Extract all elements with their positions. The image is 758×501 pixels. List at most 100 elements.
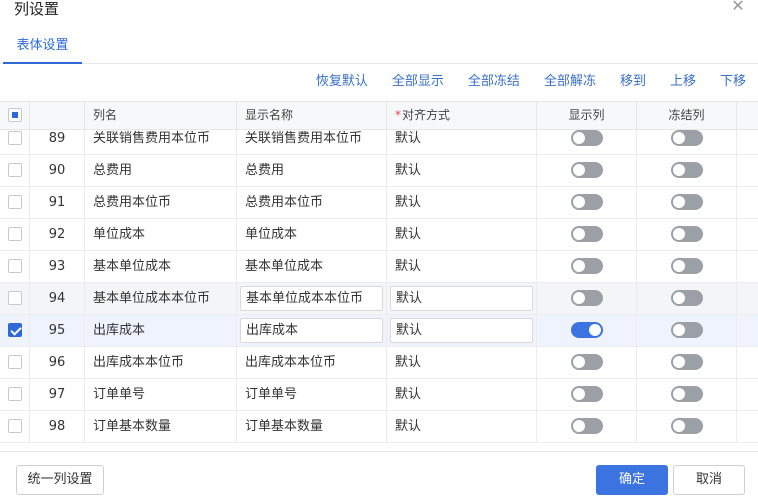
column-settings-table: 列名 显示名称 *对齐方式 显示列 冻结列 88关联销售费用关联销售费用默认89… [0,101,758,452]
display-name[interactable]: 出库成本本位币 [237,347,387,378]
freeze-column-cell [637,155,737,186]
show-column-toggle[interactable] [570,385,603,402]
display-name[interactable]: 订单基本数量 [237,411,387,442]
freeze-all-button[interactable]: 全部冻结 [468,72,520,92]
cancel-button[interactable]: 取消 [673,465,745,495]
row-index: 92 [30,219,85,250]
confirm-button[interactable]: 确定 [596,465,668,495]
freeze-column-cell [637,347,737,378]
column-name: 出库成本本位币 [85,347,237,378]
row-checkbox-cell [0,283,30,314]
freeze-column-toggle[interactable] [670,321,703,338]
row-checkbox-cell [0,379,30,410]
show-column-toggle[interactable] [570,129,603,146]
header-freeze-column: 冻结列 [637,102,737,130]
dialog-title: 列设置 [14,0,60,18]
row-checkbox-cell [0,251,30,282]
display-name[interactable]: 订单单号 [237,379,387,410]
row-checkbox[interactable] [8,323,22,337]
display-name[interactable]: 基本单位成本 [237,251,387,282]
unfreeze-all-button[interactable]: 全部解冻 [544,72,596,92]
display-name-input[interactable]: 出库成本 [240,318,383,343]
freeze-column-cell [637,219,737,250]
table-row[interactable]: 95 出库成本 出库成本 默认 [0,315,758,347]
freeze-column-toggle[interactable] [670,193,703,210]
restore-default-button[interactable]: 恢复默认 [316,72,368,92]
alignment[interactable]: 默认 [387,379,537,410]
unify-column-settings-button[interactable]: 统一列设置 [16,465,104,495]
freeze-column-toggle[interactable] [670,161,703,178]
table-row[interactable]: 94 基本单位成本本位币 基本单位成本本位币 默认 [0,283,758,315]
display-name[interactable]: 单位成本 [237,219,387,250]
show-column-toggle[interactable] [570,257,603,274]
show-column-toggle[interactable] [570,289,603,306]
display-name[interactable]: 总费用 [237,155,387,186]
freeze-column-toggle[interactable] [670,385,703,402]
alignment[interactable]: 默认 [387,251,537,282]
table-row[interactable]: 96 出库成本本位币 出库成本本位币 默认 [0,347,758,379]
close-icon[interactable]: ✕ [730,0,746,14]
table-row[interactable]: 91 总费用本位币 总费用本位币 默认 [0,187,758,219]
alignment[interactable]: 默认 [387,155,537,186]
show-all-button[interactable]: 全部显示 [392,72,444,92]
show-column-cell [537,379,637,410]
move-up-button[interactable]: 上移 [670,72,696,92]
select-all-checkbox[interactable] [8,108,22,122]
row-filler [737,315,758,346]
required-mark: * [395,108,401,122]
display-name-cell: 出库成本 [237,315,387,346]
display-name[interactable]: 总费用本位币 [237,187,387,218]
freeze-column-toggle[interactable] [670,225,703,242]
table-row[interactable]: 90 总费用 总费用 默认 [0,155,758,187]
display-name-input[interactable]: 基本单位成本本位币 [240,286,383,311]
row-checkbox[interactable] [8,195,22,209]
row-checkbox[interactable] [8,291,22,305]
show-column-toggle[interactable] [570,353,603,370]
table-row[interactable]: 97 订单单号 订单单号 默认 [0,379,758,411]
column-name: 订单基本数量 [85,411,237,442]
row-checkbox[interactable] [8,131,22,145]
alignment[interactable]: 默认 [387,219,537,250]
show-column-toggle[interactable] [570,417,603,434]
show-column-cell [537,251,637,282]
header-filler [737,102,758,130]
row-checkbox[interactable] [8,259,22,273]
freeze-column-toggle[interactable] [670,129,703,146]
tab-table-body-settings[interactable]: 表体设置 [3,32,82,64]
tab-bar: 表体设置 [0,32,758,64]
show-column-cell [537,155,637,186]
row-checkbox[interactable] [8,163,22,177]
show-column-toggle[interactable] [570,225,603,242]
row-filler [737,251,758,282]
table-row[interactable]: 92 单位成本 单位成本 默认 [0,219,758,251]
move-to-button[interactable]: 移到 [620,72,646,92]
alignment-select[interactable]: 默认 [390,318,533,343]
show-column-toggle[interactable] [570,321,603,338]
column-name: 基本单位成本 [85,251,237,282]
table-row[interactable]: 93 基本单位成本 基本单位成本 默认 [0,251,758,283]
alignment[interactable]: 默认 [387,411,537,442]
row-checkbox[interactable] [8,227,22,241]
column-name: 总费用 [85,155,237,186]
table-header: 列名 显示名称 *对齐方式 显示列 冻结列 [0,102,758,130]
header-show-column: 显示列 [537,102,637,130]
header-alignment: *对齐方式 [387,102,537,130]
row-checkbox[interactable] [8,419,22,433]
show-column-toggle[interactable] [570,193,603,210]
row-filler [737,347,758,378]
freeze-column-toggle[interactable] [670,353,703,370]
alignment[interactable]: 默认 [387,187,537,218]
row-checkbox-cell [0,219,30,250]
freeze-column-toggle[interactable] [670,289,703,306]
freeze-column-toggle[interactable] [670,417,703,434]
show-column-cell [537,315,637,346]
move-down-button[interactable]: 下移 [720,72,746,92]
alignment[interactable]: 默认 [387,347,537,378]
row-checkbox[interactable] [8,387,22,401]
alignment-select[interactable]: 默认 [390,286,533,311]
show-column-cell [537,219,637,250]
freeze-column-toggle[interactable] [670,257,703,274]
show-column-toggle[interactable] [570,161,603,178]
table-row[interactable]: 98 订单基本数量 订单基本数量 默认 [0,411,758,443]
row-checkbox[interactable] [8,355,22,369]
